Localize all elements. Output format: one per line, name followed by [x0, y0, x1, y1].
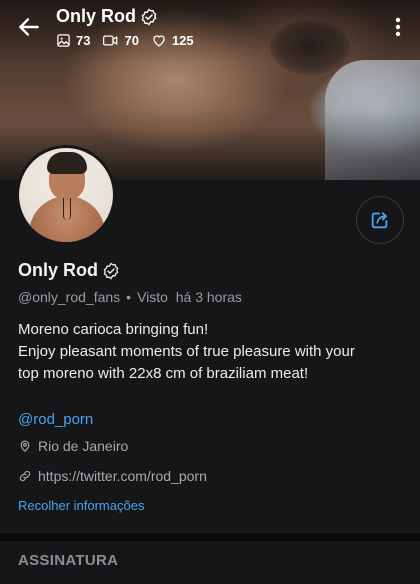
bio-line: top moreno with 22x8 cm of braziliam mea…	[18, 365, 309, 382]
last-seen: Visto há 3 horas	[137, 289, 242, 305]
image-icon	[57, 34, 70, 47]
photos-stat[interactable]: 73	[56, 33, 90, 48]
location-row: Rio de Janeiro	[18, 438, 408, 454]
link-icon	[19, 470, 31, 482]
likes-stat[interactable]: 125	[151, 33, 194, 48]
location-text: Rio de Janeiro	[38, 438, 129, 454]
verified-badge-icon	[141, 8, 157, 25]
meta-separator: •	[126, 289, 132, 305]
heart-icon	[153, 35, 165, 47]
back-button[interactable]	[16, 14, 42, 40]
profile-handle: @only_rod_fans	[18, 289, 121, 305]
back-arrow-icon	[19, 18, 39, 36]
share-icon	[371, 212, 388, 229]
website-row[interactable]: https://twitter.com/rod_porn	[18, 468, 408, 484]
more-vertical-icon	[395, 17, 401, 37]
header-info: Only Rod 73 70 125	[56, 6, 194, 48]
more-options-button[interactable]	[388, 14, 408, 40]
header-title: Only Rod	[56, 6, 136, 26]
bio-line: Enjoy pleasant moments of true pleasure …	[18, 343, 355, 360]
top-bar: Only Rod 73 70 125	[0, 0, 420, 56]
share-button[interactable]	[356, 196, 404, 244]
collapse-info-button[interactable]: Recolher informações	[18, 498, 144, 513]
website-url[interactable]: https://twitter.com/rod_porn	[38, 468, 207, 484]
verified-badge-icon	[103, 262, 119, 279]
avatar-hair	[47, 152, 87, 174]
videos-stat[interactable]: 70	[102, 33, 139, 48]
profile-info: Only Rod @only_rod_fans • Visto há 3 hor…	[18, 260, 408, 515]
avatar-necklace	[63, 198, 71, 220]
location-pin-icon	[20, 440, 30, 453]
profile-name: Only Rod	[18, 260, 98, 280]
mention-link[interactable]: @rod_porn	[18, 411, 408, 428]
videos-count: 70	[124, 33, 139, 48]
likes-count: 125	[171, 33, 194, 48]
profile-meta: @only_rod_fans • Visto há 3 horas	[18, 289, 408, 305]
subscription-section-title: ASSINATURA	[18, 552, 119, 569]
section-divider	[0, 533, 420, 541]
profile-bio: Moreno carioca bringing fun! Enjoy pleas…	[18, 319, 408, 385]
avatar[interactable]	[16, 145, 116, 245]
avatar-image	[19, 148, 113, 242]
media-stats: 73 70 125	[56, 33, 194, 48]
photos-count: 73	[76, 33, 91, 48]
video-icon	[103, 35, 118, 46]
bio-line: Moreno carioca bringing fun!	[18, 321, 209, 338]
